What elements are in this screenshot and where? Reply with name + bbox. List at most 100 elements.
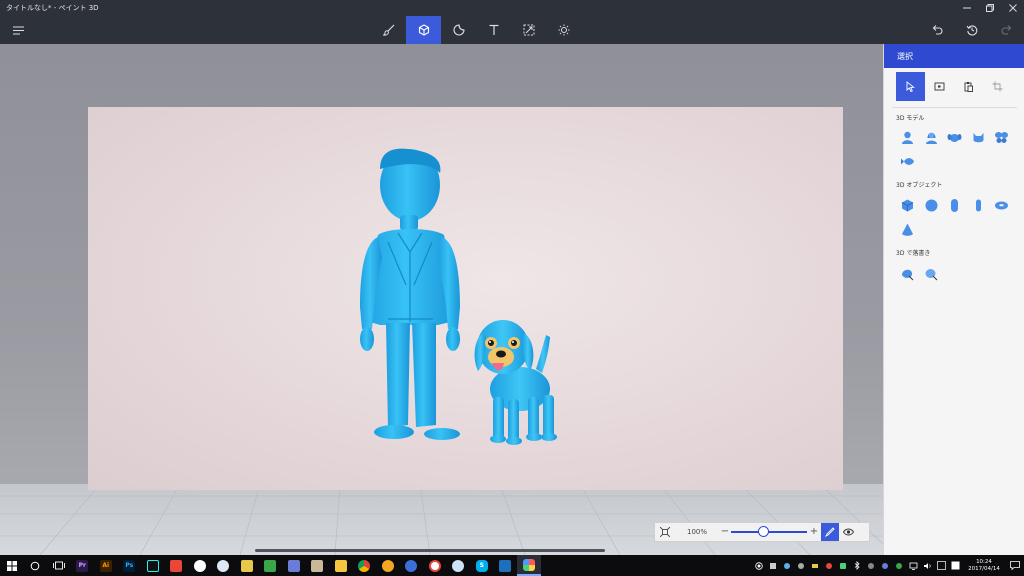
search-button[interactable] — [24, 555, 48, 576]
close-button[interactable] — [1001, 0, 1024, 16]
network-icon[interactable] — [908, 561, 918, 571]
dog-model-icon[interactable] — [943, 126, 967, 149]
paint3d-window: タイトルなし* - ペイント 3D 100% − + 選択 3D モデル 3D … — [0, 0, 1024, 576]
tray-record-icon[interactable] — [754, 561, 764, 571]
taskbar-orange-app[interactable] — [376, 555, 400, 576]
ime-icon[interactable] — [936, 561, 946, 571]
zoom-slider[interactable] — [731, 523, 807, 541]
zoom-in-button[interactable]: + — [807, 523, 821, 541]
minimize-icon — [962, 7, 971, 9]
taskbar-vscode[interactable] — [494, 555, 518, 576]
app-tree-icon — [264, 559, 277, 572]
taskbar-photoshop[interactable]: Ps — [118, 555, 142, 576]
taskbar-ball-app[interactable] — [423, 555, 447, 576]
tab-stickers[interactable] — [441, 16, 476, 44]
tab-canvas[interactable] — [511, 16, 546, 44]
cone-object-icon[interactable] — [896, 218, 920, 241]
cat-model-icon[interactable] — [967, 126, 991, 149]
pointer-select-button[interactable] — [896, 72, 925, 101]
taskbar-illustrator[interactable]: Ai — [94, 555, 118, 576]
workspace[interactable]: 100% − + — [0, 44, 883, 555]
region-select-button[interactable] — [925, 72, 954, 101]
donut-object-icon[interactable] — [990, 194, 1014, 217]
clock[interactable]: 10:24 2017/04/14 — [965, 559, 1003, 573]
app-red-icon — [170, 559, 183, 572]
bluetooth-icon[interactable] — [852, 561, 862, 571]
taskbar-chrome[interactable] — [353, 555, 377, 576]
tab-3d-objects[interactable] — [406, 16, 441, 44]
tray-app-5-icon[interactable] — [824, 561, 834, 571]
tab-text[interactable] — [476, 16, 511, 44]
history-button[interactable] — [954, 16, 989, 44]
zoom-slider-thumb[interactable] — [757, 526, 769, 537]
dog-3d-model[interactable] — [88, 107, 843, 490]
minimize-button[interactable] — [955, 0, 978, 16]
tray-app-9-icon[interactable] — [894, 561, 904, 571]
taskbar-tiktok[interactable] — [141, 555, 165, 576]
taskbar-file-explorer[interactable] — [329, 555, 353, 576]
tray-app-4-icon[interactable] — [810, 561, 820, 571]
photoshop-icon: Ps — [123, 559, 136, 572]
tray-app-1-icon[interactable] — [768, 561, 778, 571]
taskbar-skype[interactable]: S — [470, 555, 494, 576]
taskbar-pen-app[interactable] — [282, 555, 306, 576]
search-icon — [30, 561, 40, 570]
taskbar-red-app[interactable] — [165, 555, 189, 576]
taskbar-monitor-app[interactable] — [235, 555, 259, 576]
crop-button[interactable] — [983, 72, 1012, 101]
menu-button[interactable] — [10, 22, 26, 38]
section-3d-doodle-label: 3D で落書き — [896, 250, 931, 257]
app-pen-icon — [287, 559, 300, 572]
canvas[interactable] — [88, 107, 843, 490]
taskbar-dial-app[interactable] — [212, 555, 236, 576]
cylinder-object-icon[interactable] — [967, 194, 991, 217]
restore-icon — [985, 4, 994, 12]
cube-object-icon[interactable] — [896, 194, 920, 217]
taskbar-blue-app[interactable] — [447, 555, 471, 576]
task-view-button[interactable] — [47, 555, 71, 576]
fit-icon — [660, 527, 670, 537]
start-button[interactable] — [0, 555, 24, 576]
soccer-icon — [193, 559, 206, 572]
panel-title: 選択 — [884, 44, 1024, 68]
app-ball-icon — [428, 559, 441, 572]
volume-icon[interactable] — [922, 561, 932, 571]
soft-edge-doodle-icon[interactable] — [920, 262, 944, 285]
taskbar-tree-app[interactable] — [259, 555, 283, 576]
woman-model-icon[interactable] — [920, 126, 944, 149]
taskbar-paint3d[interactable] — [517, 555, 541, 576]
start-icon — [6, 560, 17, 571]
tab-art-tools[interactable] — [371, 16, 406, 44]
sphere-object-icon[interactable] — [920, 194, 944, 217]
ime-mode-icon[interactable] — [950, 561, 960, 571]
tab-effects[interactable] — [546, 16, 581, 44]
view-mode-button[interactable] — [839, 523, 857, 541]
man-model-icon[interactable] — [896, 126, 920, 149]
zoom-bar: 100% − + — [654, 522, 870, 542]
butterfly-model-icon[interactable] — [990, 126, 1014, 149]
taskbar-premiere[interactable]: Pr — [71, 555, 95, 576]
sharp-edge-doodle-icon[interactable] — [896, 262, 920, 285]
tray-app-6-icon[interactable] — [838, 561, 848, 571]
zoom-out-button[interactable]: − — [719, 523, 731, 541]
taskbar-soccer[interactable] — [188, 555, 212, 576]
clock-time: 10:24 — [976, 558, 992, 565]
tray-app-2-icon[interactable] — [782, 561, 792, 571]
tray-app-3-icon[interactable] — [796, 561, 806, 571]
capsule-object-icon[interactable] — [943, 194, 967, 217]
view-3d-mode-button[interactable] — [821, 523, 839, 541]
action-center-button[interactable] — [1006, 555, 1024, 576]
section-3d-models-label: 3D モデル — [896, 115, 925, 122]
redo-button[interactable] — [989, 16, 1024, 44]
tray-app-8-icon[interactable] — [880, 561, 890, 571]
tray-app-7-icon[interactable] — [866, 561, 876, 571]
restore-button[interactable] — [978, 0, 1001, 16]
fit-to-window-button[interactable] — [655, 523, 675, 541]
fish-model-icon[interactable] — [896, 150, 920, 173]
undo-button[interactable] — [919, 16, 954, 44]
horizontal-scrollbar[interactable] — [255, 549, 605, 552]
chrome-icon — [358, 559, 371, 572]
taskbar-photo-app[interactable] — [306, 555, 330, 576]
paste-button[interactable] — [954, 72, 983, 101]
taskbar-cloud-app[interactable] — [400, 555, 424, 576]
